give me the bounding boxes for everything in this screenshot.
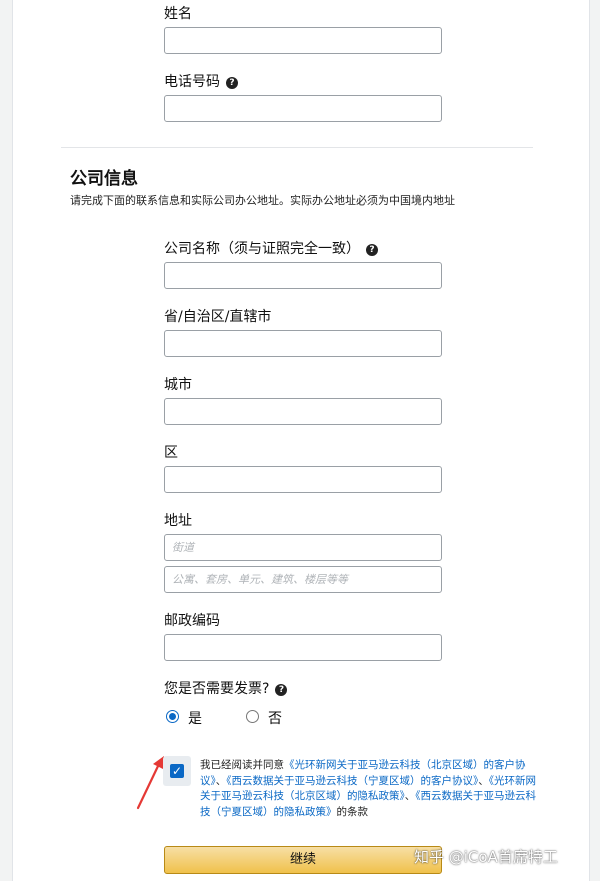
help-icon[interactable]: ?: [275, 684, 288, 696]
address-line1-input[interactable]: [164, 534, 442, 561]
help-icon[interactable]: ?: [366, 244, 378, 256]
agreement-separator: 、: [404, 790, 416, 802]
radio-no-label: 否: [268, 711, 282, 727]
district-label: 区: [164, 445, 178, 461]
city-label: 城市: [164, 377, 192, 393]
name-label: 姓名: [164, 6, 192, 22]
continue-button[interactable]: 继续: [164, 846, 442, 874]
district-input[interactable]: [164, 466, 442, 493]
postal-code-label: 邮政编码: [164, 613, 220, 629]
section-divider: [61, 147, 533, 148]
invoice-question-text: 您是否需要发票?: [164, 681, 270, 697]
agreement-separator: 、: [215, 774, 227, 787]
address-line2-input[interactable]: [164, 566, 442, 593]
agreement-separator: 、: [478, 774, 489, 787]
agreement-suffix: 的条款: [336, 805, 369, 818]
radio-no[interactable]: [246, 710, 259, 723]
help-icon[interactable]: ?: [226, 77, 238, 89]
agreement-text: 我已经阅读并同意《光环新网关于亚马逊云科技（北京区域）的客户协议》、《西云数据关…: [200, 758, 540, 820]
agree-checkbox[interactable]: ✓: [170, 764, 184, 778]
section-title: 公司信息: [70, 169, 138, 189]
watermark: 知乎 @iCoA首席特工: [414, 848, 558, 866]
phone-label-text: 电话号码: [164, 74, 220, 90]
name-input[interactable]: [164, 27, 442, 54]
phone-input[interactable]: [164, 95, 442, 122]
city-input[interactable]: [164, 398, 442, 425]
radio-yes[interactable]: [166, 710, 179, 723]
company-name-label-text: 公司名称（须与证照完全一致）: [164, 241, 360, 257]
agreement-prefix: 我已经阅读并同意: [200, 759, 284, 771]
province-label: 省/自治区/直辖市: [164, 309, 272, 325]
form-card: 姓名 电话号码? 公司信息 请完成下面的联系信息和实际公司办公地址。实际办公地址…: [12, 0, 590, 881]
section-description: 请完成下面的联系信息和实际公司办公地址。实际办公地址必须为中国境内地址: [70, 194, 455, 207]
phone-label: 电话号码?: [164, 71, 238, 91]
agreement-link-ningxia-customer[interactable]: 《西云数据关于亚马逊云科技（宁夏区域）的客户协议》: [226, 775, 478, 787]
company-name-input[interactable]: [164, 262, 442, 289]
invoice-question: 您是否需要发票??: [164, 678, 288, 698]
province-input[interactable]: [164, 330, 442, 357]
radio-yes-label: 是: [188, 711, 202, 727]
address-label: 地址: [164, 513, 192, 529]
postal-code-input[interactable]: [164, 634, 442, 661]
company-name-label: 公司名称（须与证照完全一致）?: [164, 238, 378, 258]
